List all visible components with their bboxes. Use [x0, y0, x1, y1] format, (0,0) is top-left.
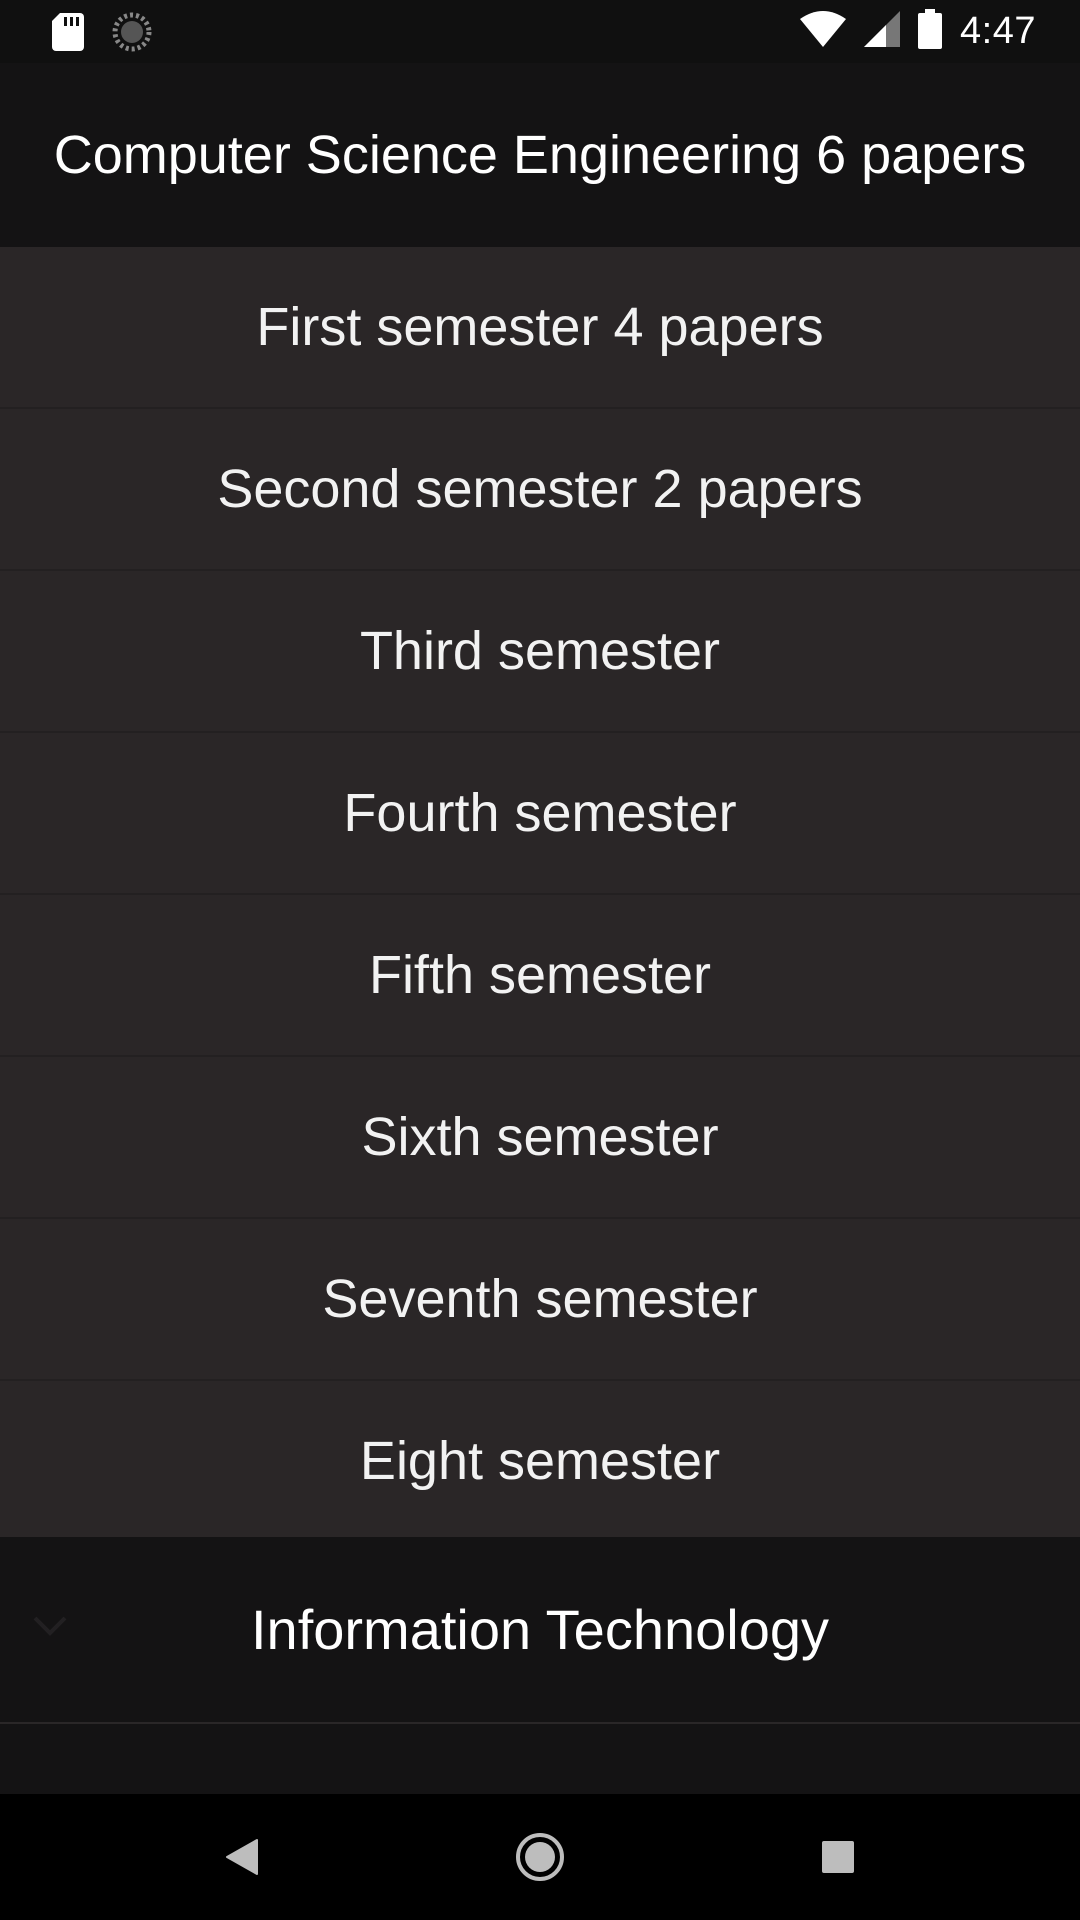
signal-icon — [864, 11, 901, 52]
status-bar-system: 4:47 — [800, 0, 1036, 63]
wifi-icon — [800, 11, 847, 52]
semester-item-second[interactable]: Second semester 2 papers — [0, 409, 1080, 571]
group-label: Information Technology — [251, 1598, 829, 1661]
status-time: 4:47 — [960, 10, 1036, 52]
battery-icon — [918, 9, 943, 54]
back-icon[interactable] — [212, 1827, 272, 1887]
category-title: Computer Science Engineering 6 papers — [53, 125, 1027, 185]
sync-icon — [112, 12, 152, 57]
semester-item-eighth[interactable]: Eight semester — [0, 1381, 1080, 1543]
recents-icon[interactable] — [808, 1827, 868, 1887]
semester-item-fourth[interactable]: Fourth semester — [0, 733, 1080, 895]
status-bar-notifications — [52, 12, 152, 57]
category-header[interactable]: Computer Science Engineering 6 papers — [0, 63, 1080, 247]
semester-list: First semester 4 papers Second semester … — [0, 247, 1080, 1543]
semester-item-seventh[interactable]: Seventh semester — [0, 1219, 1080, 1381]
status-bar: 4:47 — [0, 0, 1080, 63]
semester-item-fifth[interactable]: Fifth semester — [0, 895, 1080, 1057]
list-remainder — [0, 1724, 1080, 1794]
semester-item-first[interactable]: First semester 4 papers — [0, 247, 1080, 409]
group-information-technology[interactable]: Information Technology — [0, 1537, 1080, 1724]
chevron-down-icon — [32, 1615, 68, 1642]
semester-item-third[interactable]: Third semester — [0, 571, 1080, 733]
sd-card-icon — [52, 13, 84, 56]
navigation-bar — [0, 1794, 1080, 1920]
home-icon[interactable] — [510, 1827, 570, 1887]
semester-item-sixth[interactable]: Sixth semester — [0, 1057, 1080, 1219]
